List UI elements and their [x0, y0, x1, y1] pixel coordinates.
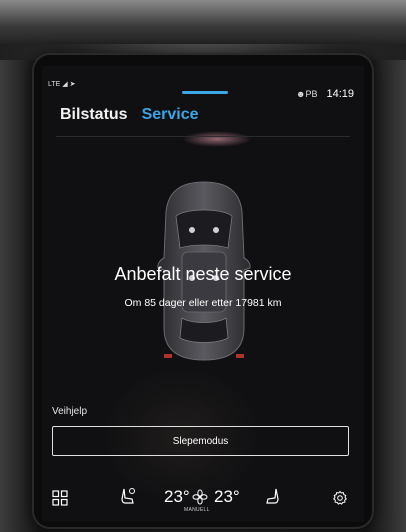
right-dashboard-area: [366, 60, 406, 532]
signal-icon: ◢ ➤: [62, 81, 76, 88]
center-display: LTE ◢ ➤ ☻PB 14:19 Bilstatus Service Anbe…: [42, 66, 364, 522]
light-reflection: [182, 131, 252, 147]
service-recommendation-detail: Om 85 dager eller etter 17981 km: [124, 297, 282, 309]
system-indicator-label: PB: [305, 89, 318, 99]
tab-bilstatus[interactable]: Bilstatus: [60, 106, 128, 124]
network-label: LTE: [48, 81, 61, 88]
clock: 14:19: [326, 88, 354, 100]
settings-gear-icon[interactable]: [332, 490, 348, 506]
service-recommendation-title: Anbefalt neste service: [114, 264, 292, 284]
seat-heating-right-icon[interactable]: [264, 487, 280, 505]
seat-heating-left-icon[interactable]: [120, 487, 136, 505]
status-bar[interactable]: LTE ◢ ➤ ☻PB 14:19: [42, 66, 364, 100]
tab-service[interactable]: Service: [142, 106, 199, 124]
system-indicator: ☻PB: [296, 89, 318, 99]
roadside-assistance-label: Veihjelp: [52, 406, 88, 417]
status-right: ☻PB 14:19: [296, 88, 354, 100]
tow-mode-button[interactable]: Slepemodus: [52, 426, 349, 456]
temperature-left[interactable]: 23°: [164, 487, 190, 507]
apps-grid-icon[interactable]: [52, 490, 68, 506]
tab-bar: Bilstatus Service: [60, 106, 199, 124]
fan-icon[interactable]: [192, 489, 208, 505]
temperature-right[interactable]: 23°: [214, 487, 240, 507]
top-pull-handle[interactable]: [182, 91, 228, 94]
fan-mode-label: MANUELL: [184, 507, 210, 513]
climate-bar: 23° 23° MANUELL: [42, 474, 364, 522]
tab-divider: [56, 136, 350, 137]
ceiling-light-area: [0, 0, 406, 44]
network-status: LTE ◢ ➤: [48, 80, 75, 88]
